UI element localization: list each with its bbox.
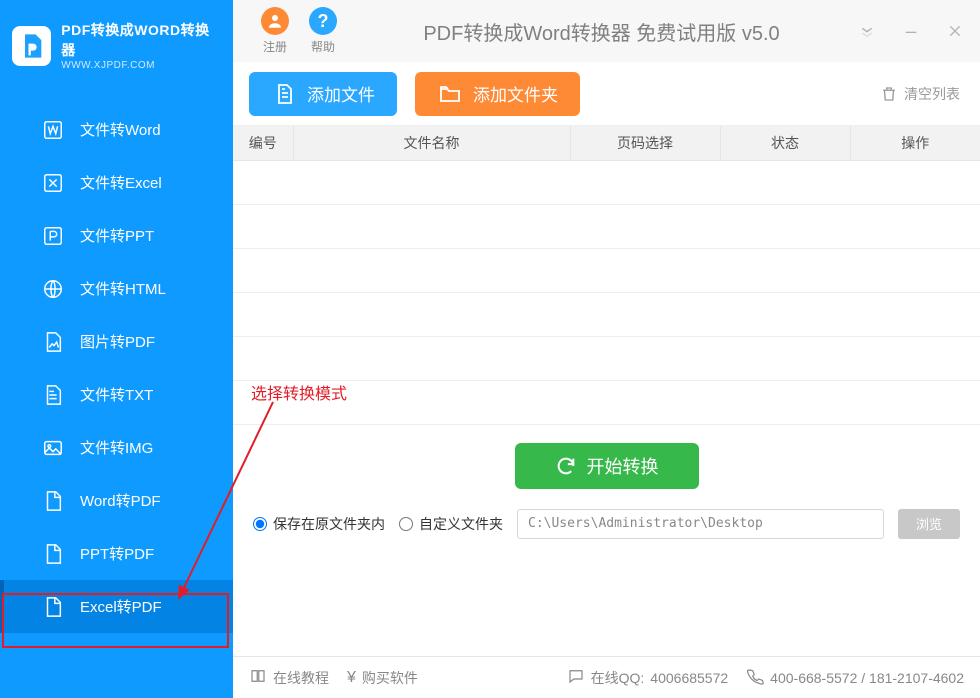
table-row — [233, 292, 980, 336]
phone-icon — [746, 667, 764, 688]
sidebar-item-word2pdf[interactable]: Word转PDF — [0, 474, 233, 527]
col-status: 状态 — [720, 126, 850, 160]
clear-list-label: 清空列表 — [904, 84, 960, 104]
col-name: 文件名称 — [293, 126, 570, 160]
table-row — [233, 248, 980, 292]
sidebar-item-label: 文件转Word — [80, 119, 161, 140]
sidebar-item-label: Word转PDF — [80, 490, 161, 511]
sidebar-item-label: 文件转IMG — [80, 437, 153, 458]
action-bar: 添加文件 添加文件夹 清空列表 — [233, 62, 980, 126]
col-index: 编号 — [233, 126, 293, 160]
browse-button[interactable]: 浏览 — [898, 509, 960, 539]
word-icon — [42, 119, 64, 141]
nav: 文件转Word 文件转Excel 文件转PPT 文件转HTML 图片转PDF 文… — [0, 93, 233, 633]
radio-input[interactable] — [399, 517, 413, 531]
user-icon — [261, 7, 289, 35]
sidebar-item-txt[interactable]: 文件转TXT — [0, 368, 233, 421]
radio-label: 自定义文件夹 — [419, 514, 503, 534]
add-file-button[interactable]: 添加文件 — [249, 72, 397, 116]
table-row — [233, 204, 980, 248]
sidebar-item-label: 文件转Excel — [80, 172, 162, 193]
sidebar-item-excel2pdf[interactable]: Excel转PDF — [0, 580, 233, 633]
tutorial-link[interactable]: 在线教程 — [249, 667, 329, 688]
help-button[interactable]: ? 帮助 — [299, 7, 347, 55]
clear-list-button[interactable]: 清空列表 — [880, 84, 960, 104]
pdf-icon — [42, 331, 64, 353]
path-input[interactable] — [517, 509, 884, 539]
close-icon[interactable] — [944, 20, 966, 42]
register-label: 注册 — [263, 38, 287, 55]
table-row — [233, 336, 980, 380]
file-table: 编号 文件名称 页码选择 状态 操作 — [233, 126, 980, 425]
html-icon — [42, 278, 64, 300]
sidebar-item-img[interactable]: 文件转IMG — [0, 421, 233, 474]
sidebar-item-label: PPT转PDF — [80, 543, 154, 564]
book-icon — [249, 667, 267, 688]
phone-contact[interactable]: 400-668-5572 / 181-2107-4602 — [746, 667, 964, 688]
yen-icon: ¥ — [347, 669, 356, 687]
add-folder-button[interactable]: 添加文件夹 — [415, 72, 580, 116]
image-icon — [42, 437, 64, 459]
table-row — [233, 160, 980, 204]
sidebar-item-excel[interactable]: 文件转Excel — [0, 156, 233, 209]
radio-save-custom[interactable]: 自定义文件夹 — [399, 514, 503, 534]
sidebar-item-label: 文件转PPT — [80, 225, 154, 246]
sidebar-item-label: 文件转HTML — [80, 278, 166, 299]
refresh-icon — [555, 455, 577, 477]
radio-save-original[interactable]: 保存在原文件夹内 — [253, 514, 385, 534]
brand-logo — [12, 26, 51, 66]
file-icon — [271, 81, 297, 107]
sidebar-item-html[interactable]: 文件转HTML — [0, 262, 233, 315]
folder-icon — [437, 81, 463, 107]
sidebar-item-label: 文件转TXT — [80, 384, 153, 405]
col-pages: 页码选择 — [570, 126, 720, 160]
help-icon: ? — [309, 7, 337, 35]
topbar: 注册 ? 帮助 PDF转换成Word转换器 免费试用版 v5.0 — [233, 0, 980, 62]
col-action: 操作 — [850, 126, 980, 160]
footer: 在线教程 ¥ 购买软件 在线QQ:4006685572 400-668-5572… — [233, 656, 980, 698]
help-label: 帮助 — [311, 38, 335, 55]
start-label: 开始转换 — [587, 453, 659, 479]
excel-icon — [42, 172, 64, 194]
trash-icon — [880, 85, 898, 103]
radio-label: 保存在原文件夹内 — [273, 514, 385, 534]
brand-title: PDF转换成WORD转换器 — [61, 20, 221, 60]
start-convert-button[interactable]: 开始转换 — [515, 443, 699, 489]
add-folder-label: 添加文件夹 — [473, 81, 558, 106]
txt-icon — [42, 384, 64, 406]
app-title: PDF转换成Word转换器 免费试用版 v5.0 — [347, 17, 856, 46]
window-controls — [856, 20, 966, 42]
add-file-label: 添加文件 — [307, 81, 375, 106]
ppt-icon — [42, 225, 64, 247]
pdf-icon — [42, 543, 64, 565]
buy-link[interactable]: ¥ 购买软件 — [347, 668, 418, 688]
sidebar: PDF转换成WORD转换器 WWW.XJPDF.COM 文件转Word 文件转E… — [0, 0, 233, 698]
sidebar-item-img2pdf[interactable]: 图片转PDF — [0, 315, 233, 368]
chat-icon — [567, 667, 585, 688]
sidebar-item-word[interactable]: 文件转Word — [0, 103, 233, 156]
brand-url: WWW.XJPDF.COM — [61, 60, 221, 71]
sidebar-item-ppt[interactable]: 文件转PPT — [0, 209, 233, 262]
save-path-row: 保存在原文件夹内 自定义文件夹 浏览 — [233, 509, 980, 561]
table-row — [233, 380, 980, 424]
dropdown-icon[interactable] — [856, 20, 878, 42]
radio-input[interactable] — [253, 517, 267, 531]
pdf-icon — [42, 490, 64, 512]
brand: PDF转换成WORD转换器 WWW.XJPDF.COM — [0, 0, 233, 93]
main: 注册 ? 帮助 PDF转换成Word转换器 免费试用版 v5.0 添加文件 添加… — [233, 0, 980, 698]
pdf-icon — [42, 596, 64, 618]
register-button[interactable]: 注册 — [251, 7, 299, 55]
sidebar-item-label: 图片转PDF — [80, 331, 155, 352]
sidebar-item-label: Excel转PDF — [80, 596, 162, 617]
minimize-icon[interactable] — [900, 20, 922, 42]
qq-contact[interactable]: 在线QQ:4006685572 — [567, 667, 729, 688]
sidebar-item-ppt2pdf[interactable]: PPT转PDF — [0, 527, 233, 580]
